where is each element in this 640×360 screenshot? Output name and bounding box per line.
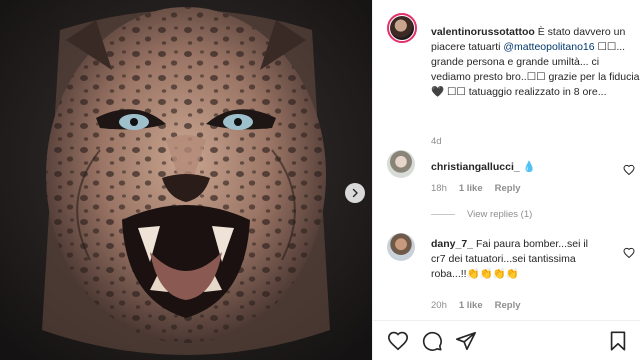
comment-username[interactable]: dany_7_ <box>431 238 473 250</box>
comment-time[interactable]: 20h <box>431 300 447 311</box>
comment-time[interactable]: 18h <box>431 183 447 194</box>
heart-icon[interactable] <box>387 330 409 352</box>
view-replies-label: View replies (1) <box>467 209 533 220</box>
comment-body: christiangallucci_ 💧 <box>431 160 601 175</box>
comment-likes[interactable]: 1 like <box>459 183 483 194</box>
commenter-avatar[interactable] <box>387 150 415 178</box>
owner-username[interactable]: valentinorussotattoo <box>431 26 535 38</box>
comment-body: dany_7_ Fai paura bomber...sei il cr7 de… <box>431 237 601 282</box>
reply-button[interactable]: Reply <box>495 300 521 311</box>
view-replies-button[interactable]: View replies (1) <box>431 209 532 220</box>
comment-text: 💧 <box>519 161 536 173</box>
reply-button[interactable]: Reply <box>495 183 521 194</box>
post-action-bar <box>373 320 640 360</box>
caption-mention[interactable]: @matteopolitano16 <box>503 41 594 53</box>
caption-text: valentinorussotattoo È stato davvero un … <box>431 25 640 100</box>
owner-avatar[interactable] <box>387 13 417 43</box>
post-image[interactable] <box>0 0 372 360</box>
commenter-avatar[interactable] <box>387 233 415 261</box>
paper-plane-icon[interactable] <box>455 330 477 352</box>
comments-panel: valentinorussotattoo È stato davvero un … <box>372 0 640 360</box>
comment-username[interactable]: christiangallucci_ <box>431 161 520 173</box>
comment-meta: 18h 1 like Reply <box>431 183 521 194</box>
comment-icon[interactable] <box>421 330 443 352</box>
comment-meta: 20h 1 like Reply <box>431 300 521 311</box>
heart-icon[interactable] <box>623 164 635 176</box>
heart-icon[interactable] <box>623 247 635 259</box>
next-image-button[interactable] <box>345 183 365 203</box>
divider-line <box>431 214 455 215</box>
bookmark-icon[interactable] <box>607 330 629 352</box>
comment-likes[interactable]: 1 like <box>459 300 483 311</box>
post-time: 4d <box>431 136 442 147</box>
chevron-right-icon <box>350 188 360 198</box>
leopard-tattoo-image <box>0 0 372 360</box>
